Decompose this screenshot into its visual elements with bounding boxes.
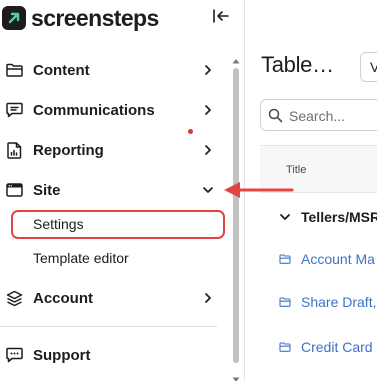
folder-icon	[279, 297, 291, 308]
chat-bubble-icon	[5, 346, 23, 364]
browser-window-icon	[5, 181, 23, 199]
search-box[interactable]	[260, 99, 377, 131]
table-row[interactable]: Share Draft,	[279, 292, 376, 312]
sidebar-item-communications[interactable]: Communications	[0, 93, 232, 127]
brand[interactable]: screensteps	[2, 5, 159, 31]
chevron-right-icon	[201, 143, 215, 157]
view-button[interactable]: V	[360, 52, 377, 82]
collapse-left-icon	[212, 8, 230, 29]
chevron-down-icon	[201, 183, 215, 197]
scrollbar-thumb[interactable]	[233, 68, 239, 363]
sidebar-item-label: Content	[33, 61, 90, 79]
chevron-right-icon	[201, 291, 215, 305]
sidebar: screensteps Content Communications Repor…	[0, 0, 245, 381]
annotation-highlight-box	[11, 210, 225, 239]
sidebar-item-label: Reporting	[33, 141, 104, 159]
sidebar-item-label: Support	[33, 346, 91, 364]
scroll-down-arrow-icon[interactable]	[231, 371, 241, 381]
sidebar-item-site[interactable]: Site	[0, 173, 232, 207]
chevron-down-icon	[279, 211, 291, 223]
report-icon	[5, 141, 23, 159]
brand-name: screensteps	[31, 4, 159, 31]
table-row-link[interactable]: Share Draft,	[301, 294, 376, 310]
arrow-up-right-icon	[2, 6, 26, 30]
sidebar-item-label: Site	[33, 181, 61, 199]
table-group-label: Tellers/MSR	[301, 209, 377, 225]
sidebar-item-reporting[interactable]: Reporting	[0, 133, 232, 167]
page-title: Table…	[261, 52, 334, 77]
sidebar-divider	[0, 326, 217, 327]
folder-icon	[279, 342, 291, 353]
search-input[interactable]	[289, 106, 377, 126]
collapse-sidebar-button[interactable]	[211, 8, 231, 29]
layers-icon	[5, 289, 23, 307]
sidebar-item-label: Account	[33, 289, 93, 307]
table-row-link[interactable]: Account Ma	[301, 251, 375, 267]
chevron-right-icon	[201, 63, 215, 77]
sidebar-item-account[interactable]: Account	[0, 281, 232, 315]
message-icon	[5, 101, 23, 119]
folder-icon	[279, 254, 291, 265]
table-row[interactable]: Account Ma	[279, 249, 375, 269]
sidebar-item-content[interactable]: Content	[0, 53, 232, 87]
table-row-link[interactable]: Credit Card	[301, 339, 373, 355]
sidebar-subitem-label: Template editor	[33, 250, 129, 266]
column-header-title[interactable]: Title	[286, 164, 306, 176]
annotation-arrow-icon	[222, 178, 294, 202]
search-icon	[268, 108, 283, 123]
chevron-right-icon	[201, 103, 215, 117]
table-row[interactable]: Credit Card	[279, 337, 373, 357]
folder-icon	[5, 61, 23, 79]
table-group-row[interactable]: Tellers/MSR	[279, 207, 377, 227]
sidebar-subitem-template-editor[interactable]: Template editor	[14, 244, 224, 272]
sidebar-item-support[interactable]: Support	[0, 338, 232, 372]
sidebar-item-label: Communications	[33, 101, 155, 119]
